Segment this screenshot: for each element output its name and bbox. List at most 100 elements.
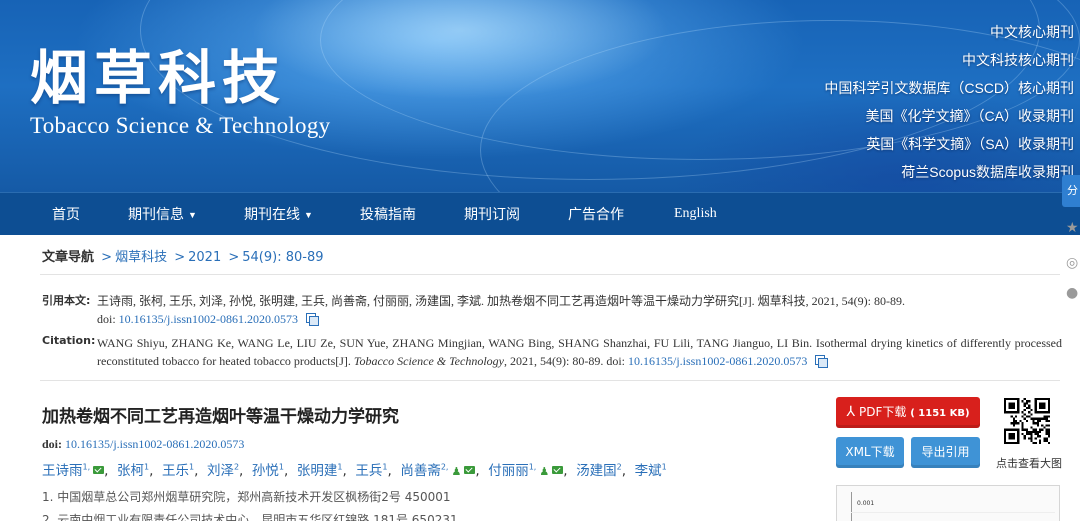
comment-icon[interactable]: ● xyxy=(1066,285,1080,301)
indexing-list: 中文核心期刊 中文科技核心期刊 中国科学引文数据库（CSCD）核心期刊 美国《化… xyxy=(824,18,1074,186)
pdf-icon: ⅄ xyxy=(846,404,856,420)
breadcrumb-separator: > xyxy=(228,250,240,265)
breadcrumb-issue-link[interactable]: 54(9): 80-89 xyxy=(242,250,323,265)
author-affiliation-sup: 1 xyxy=(278,462,285,472)
email-icon[interactable] xyxy=(464,466,476,474)
nav-submission-guide[interactable]: 投稿指南 xyxy=(360,193,416,235)
nav-label: 期刊信息 xyxy=(128,206,184,222)
nav-label: English xyxy=(674,206,717,221)
pdf-download-button[interactable]: ⅄ PDF下载 ( 1151 KB) xyxy=(836,397,980,428)
affiliation-item: 1. 中国烟草总公司郑州烟草研究院，郑州高新技术开发区枫杨街2号 450001 xyxy=(42,490,451,504)
breadcrumb-year-link[interactable]: 2021 xyxy=(188,250,221,265)
nav-label: 首页 xyxy=(52,206,80,222)
breadcrumb: 文章导航 > 烟草科技 >2021 >54(9): 80-89 xyxy=(42,246,324,265)
indexing-item: 中文科技核心期刊 xyxy=(962,52,1074,68)
citation-label: Citation: xyxy=(42,334,96,347)
nav-journal-online[interactable]: 期刊在线 ▼ xyxy=(244,193,313,235)
citation-text: 王诗雨, 张柯, 王乐, 刘泽, 孙悦, 张明建, 王兵, 尚善斋, 付丽丽, … xyxy=(97,292,1062,328)
author-link[interactable]: 孙悦 xyxy=(252,463,279,479)
nav-english[interactable]: English xyxy=(674,193,717,235)
qr-code-icon[interactable] xyxy=(1004,398,1050,444)
xml-download-button[interactable]: XML下载 xyxy=(836,437,904,468)
favorite-icon[interactable]: ★ xyxy=(1066,220,1080,236)
indexing-item: 美国《化学文摘》（CA）收录期刊 xyxy=(865,108,1074,124)
citation-tail: , 2021, 54(9): 80-89. doi: xyxy=(504,354,628,368)
figure-thumbnail[interactable]: 0.001 xyxy=(836,485,1060,521)
nav-label: 期刊在线 xyxy=(244,206,300,222)
doi-prefix: doi: xyxy=(97,312,116,326)
author-link[interactable]: 王乐 xyxy=(162,463,189,479)
author-link[interactable]: 刘泽 xyxy=(207,463,234,479)
author-link[interactable]: 李斌 xyxy=(635,463,662,479)
author-link[interactable]: 付丽丽 xyxy=(488,463,529,479)
author-list: 王诗雨1,, 张柯1, 王乐1, 刘泽2, 孙悦1, 张明建1, 王兵1, 尚善… xyxy=(42,462,667,480)
article-title: 加热卷烟不同工艺再造烟叶等温干燥动力学研究 xyxy=(42,407,399,427)
journal-logo-chinese[interactable]: 烟草科技 xyxy=(30,46,286,110)
breadcrumb-journal-link[interactable]: 烟草科技 xyxy=(115,250,167,265)
person-icon[interactable]: ♟ xyxy=(539,465,549,478)
email-icon[interactable] xyxy=(552,466,564,474)
author-affiliation-sup: 2 xyxy=(616,462,622,472)
journal-banner: 烟草科技 Tobacco Science & Technology 中文核心期刊… xyxy=(0,0,1080,192)
chevron-down-icon: ▼ xyxy=(188,210,197,220)
main-nav: 首页 期刊信息 ▼ 期刊在线 ▼ 投稿指南 期刊订阅 广告合作 English xyxy=(0,192,1080,235)
indexing-item: 英国《科学文摘》（SA）收录期刊 xyxy=(866,136,1074,152)
email-icon[interactable] xyxy=(93,466,105,474)
citation-body: 王诗雨, 张柯, 王乐, 刘泽, 孙悦, 张明建, 王兵, 尚善斋, 付丽丽, … xyxy=(97,294,905,308)
author-affiliation-sup: 1, xyxy=(528,462,537,472)
doi-link[interactable]: 10.16135/j.issn1002-0861.2020.0573 xyxy=(65,437,244,451)
person-icon[interactable]: ♟ xyxy=(451,465,461,478)
breadcrumb-separator: > xyxy=(101,250,113,265)
indexing-item: 中国科学引文数据库（CSCD）核心期刊 xyxy=(824,80,1074,96)
weibo-icon[interactable]: ◎ xyxy=(1066,255,1080,271)
author-affiliation-sup: 2 xyxy=(233,462,240,472)
nav-label: 期刊订阅 xyxy=(464,206,520,222)
pdf-label: PDF下载 xyxy=(859,405,907,419)
affiliation-item: 2. 云南中烟工业有限责任公司技术中心，昆明市五华区红锦路 181号 65023… xyxy=(42,513,458,521)
thumbnail-axis xyxy=(851,492,852,521)
author-link[interactable]: 张明建 xyxy=(297,463,338,479)
indexing-item: 荷兰Scopus数据库收录期刊 xyxy=(901,164,1074,180)
qr-caption[interactable]: 点击查看大图 xyxy=(996,455,1062,471)
author-affiliation-sup: 1 xyxy=(382,462,388,472)
indexing-item: 中文核心期刊 xyxy=(990,24,1074,40)
share-button[interactable]: 分 xyxy=(1062,175,1080,207)
nav-home[interactable]: 首页 xyxy=(52,193,80,235)
article-doi: doi: 10.16135/j.issn1002-0861.2020.0573 xyxy=(42,437,244,452)
thumbnail-tick-label: 0.001 xyxy=(857,500,875,507)
divider xyxy=(40,380,1060,381)
citation-journal: Tobacco Science & Technology xyxy=(353,354,504,368)
chevron-down-icon: ▼ xyxy=(304,210,313,220)
doi-link[interactable]: 10.16135/j.issn1002-0861.2020.0573 xyxy=(119,312,298,326)
nav-label: 投稿指南 xyxy=(360,206,416,222)
breadcrumb-separator: > xyxy=(174,250,186,265)
author-affiliation-sup: 1 xyxy=(188,462,195,472)
copy-icon[interactable] xyxy=(815,355,829,368)
author-affiliation-sup: 1 xyxy=(337,462,343,472)
copy-icon[interactable] xyxy=(306,313,320,326)
author-link[interactable]: 尚善斋 xyxy=(400,463,441,479)
citation-label: 引用本文: xyxy=(42,294,91,307)
nav-subscription[interactable]: 期刊订阅 xyxy=(464,193,520,235)
author-link[interactable]: 王诗雨 xyxy=(42,463,83,479)
divider xyxy=(40,274,1060,275)
pdf-size: ( 1151 KB) xyxy=(910,408,970,419)
thumbnail-gridline xyxy=(851,512,1055,513)
breadcrumb-label: 文章导航 xyxy=(42,250,95,265)
author-affiliation-sup: 1, xyxy=(82,462,91,472)
citation-text: WANG Shiyu, ZHANG Ke, WANG Le, LIU Ze, S… xyxy=(97,334,1062,370)
journal-logo-english: Tobacco Science & Technology xyxy=(30,113,331,138)
author-link[interactable]: 王兵 xyxy=(355,463,382,479)
doi-link[interactable]: 10.16135/j.issn1002-0861.2020.0573 xyxy=(628,354,807,368)
author-affiliation-sup: 1 xyxy=(144,462,150,472)
nav-label: 广告合作 xyxy=(568,206,624,222)
author-link[interactable]: 汤建国 xyxy=(576,463,617,479)
doi-label: doi: xyxy=(42,437,63,451)
author-affiliation-sup: 1 xyxy=(661,462,667,472)
export-citation-button[interactable]: 导出引用 xyxy=(911,437,980,468)
floating-toolbar: 分 ★ ◎ ● xyxy=(1062,175,1080,521)
author-affiliation-sup: 2, xyxy=(440,462,449,472)
nav-journal-info[interactable]: 期刊信息 ▼ xyxy=(128,193,197,235)
nav-advertising[interactable]: 广告合作 xyxy=(568,193,624,235)
author-link[interactable]: 张柯 xyxy=(117,463,144,479)
